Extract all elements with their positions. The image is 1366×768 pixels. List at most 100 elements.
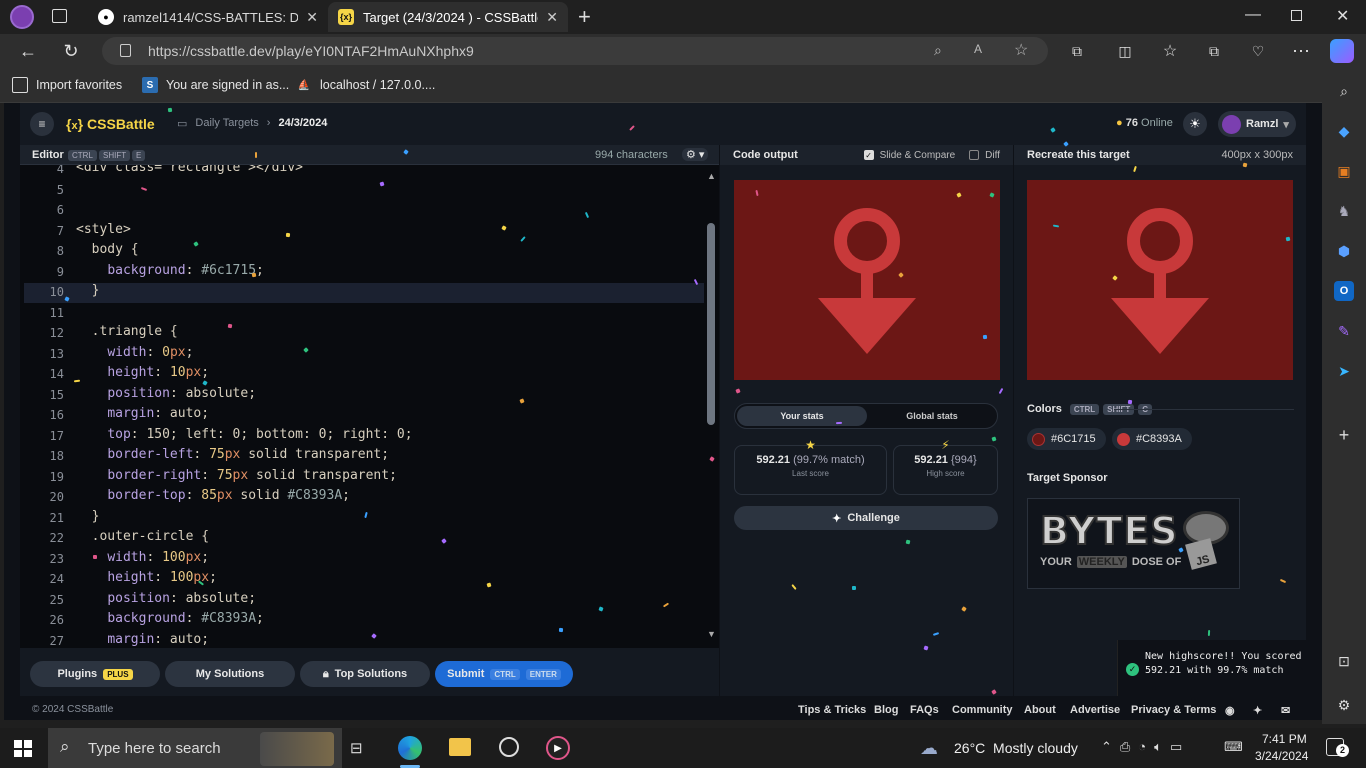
copilot-app-icon[interactable]: ⬢ bbox=[1334, 241, 1354, 261]
footer-link-tips[interactable]: Tips & Tricks bbox=[798, 704, 866, 716]
scroll-down-icon[interactable]: ▼ bbox=[707, 629, 716, 639]
code-line[interactable]: width: 100px; bbox=[76, 550, 209, 565]
windows-icon[interactable] bbox=[14, 740, 32, 757]
code-line[interactable]: <div class="rectangle"></div> bbox=[76, 165, 303, 175]
refresh-icon[interactable]: ↻ bbox=[58, 39, 84, 63]
code-line[interactable]: } bbox=[76, 509, 100, 524]
new-tab-button[interactable]: + bbox=[578, 4, 591, 30]
settings-icon[interactable]: ⚙ bbox=[1334, 695, 1354, 715]
add-icon[interactable]: + bbox=[1334, 425, 1354, 445]
games-icon[interactable]: ♞ bbox=[1334, 201, 1354, 221]
collections-icon[interactable]: ⧉ bbox=[1201, 39, 1227, 63]
toolbox-icon[interactable]: ▣ bbox=[1334, 161, 1354, 181]
code-line[interactable]: height: 10px; bbox=[76, 365, 209, 380]
output-canvas[interactable] bbox=[734, 180, 1000, 380]
outlook-icon[interactable]: O bbox=[1334, 281, 1354, 301]
diff-checkbox[interactable] bbox=[969, 150, 980, 160]
clock-date[interactable]: 3/24/2024 bbox=[1255, 749, 1308, 763]
footer-link-community[interactable]: Community bbox=[952, 704, 1013, 716]
close-tab-icon[interactable]: ✕ bbox=[306, 9, 318, 26]
scroll-thumb[interactable] bbox=[707, 223, 715, 425]
tab-github[interactable]: ● ramzel1414/CSS-BATTLES: Daily C ✕ bbox=[88, 2, 328, 32]
weather-icon[interactable]: ☁ bbox=[920, 738, 938, 759]
tab-your-stats[interactable]: Your stats bbox=[737, 406, 867, 426]
slide-compare-checkbox[interactable]: ✓ bbox=[863, 150, 874, 160]
tab-global-stats[interactable]: Global stats bbox=[867, 406, 997, 426]
copilot-icon[interactable] bbox=[1330, 39, 1354, 63]
fav-import[interactable]: Import favorites bbox=[12, 77, 122, 93]
more-icon[interactable]: ⋯ bbox=[1288, 39, 1314, 63]
chatgpt-icon[interactable] bbox=[499, 737, 519, 757]
zoom-icon[interactable]: ⌕ bbox=[934, 42, 942, 59]
minimize-button[interactable]: — bbox=[1245, 6, 1261, 24]
sponsor-banner[interactable]: BYTES YOUR WEEKLY DOSE OF JS bbox=[1027, 498, 1240, 589]
favorites-icon[interactable]: ☆ bbox=[1157, 39, 1183, 63]
plugins-button[interactable]: Plugins PLUS bbox=[30, 661, 160, 687]
footer-link-privacy[interactable]: Privacy & Terms bbox=[1131, 704, 1216, 716]
taskbar-search[interactable]: ⌕ Type here to search bbox=[48, 728, 342, 768]
clock-time[interactable]: 7:41 PM bbox=[1262, 732, 1307, 746]
theme-toggle-icon[interactable]: ☀ bbox=[1183, 112, 1207, 136]
highscore-toast[interactable]: ✓ New highscore!! You scored 592.21 with… bbox=[1117, 640, 1306, 699]
restore-button[interactable] bbox=[1291, 10, 1302, 21]
favorite-star-icon[interactable]: ☆ bbox=[1014, 40, 1028, 60]
code-line[interactable]: margin: auto; bbox=[76, 632, 209, 647]
code-line[interactable]: <style> bbox=[76, 222, 131, 237]
tab-actions-icon[interactable] bbox=[52, 9, 67, 23]
keyboard-icon[interactable]: ⌨ bbox=[1224, 739, 1243, 755]
close-window-button[interactable]: ✕ bbox=[1336, 6, 1349, 26]
designer-icon[interactable]: ✎ bbox=[1334, 321, 1354, 341]
code-line[interactable]: margin: auto; bbox=[76, 406, 209, 421]
code-line[interactable]: } bbox=[76, 283, 100, 298]
logo[interactable]: {x} CSSBattle bbox=[66, 116, 155, 132]
code-line[interactable]: .outer-circle { bbox=[76, 529, 209, 544]
code-line[interactable]: .triangle { bbox=[76, 324, 178, 339]
submit-button[interactable]: Submit CTRL ENTER bbox=[435, 661, 573, 687]
code-lines[interactable]: 4 <div class="rectangle"></div> 5 6 7 <style>… bbox=[20, 165, 704, 648]
file-explorer-icon[interactable] bbox=[449, 738, 471, 756]
extensions-icon[interactable]: ⧉ bbox=[1064, 39, 1090, 63]
color-chip-2[interactable]: #C8393A bbox=[1112, 428, 1192, 450]
code-line[interactable]: top: 150; left: 0; bottom: 0; right: 0; bbox=[76, 427, 412, 442]
search-icon[interactable]: ⌕ bbox=[1334, 81, 1354, 101]
task-view-icon[interactable]: ⊟ bbox=[350, 739, 363, 757]
scroll-up-icon[interactable]: ▲ bbox=[707, 171, 716, 181]
tray-icons[interactable]: ⌃⎙◔🔈︎▭ bbox=[1101, 739, 1190, 755]
tag-icon[interactable]: ◆ bbox=[1334, 121, 1354, 141]
code-line[interactable]: position: absolute; bbox=[76, 591, 256, 606]
footer-link-advertise[interactable]: Advertise bbox=[1070, 704, 1120, 716]
code-line[interactable]: width: 0px; bbox=[76, 345, 193, 360]
fav-signed-in[interactable]: S You are signed in as... bbox=[142, 77, 289, 93]
color-chip-1[interactable]: #6C1715 bbox=[1027, 428, 1106, 450]
footer-link-about[interactable]: About bbox=[1024, 704, 1056, 716]
close-tab-icon[interactable]: ✕ bbox=[546, 9, 558, 26]
code-line[interactable]: height: 100px; bbox=[76, 570, 217, 585]
user-menu[interactable]: Ramzl ▾ bbox=[1218, 111, 1296, 137]
code-line[interactable]: body { bbox=[76, 242, 139, 257]
media-player-icon[interactable]: ▶ bbox=[546, 736, 570, 760]
target-canvas[interactable] bbox=[1027, 180, 1293, 380]
breadcrumb-daily-targets[interactable]: Daily Targets bbox=[195, 117, 258, 130]
editor-settings-icon[interactable]: ⚙ ▾ bbox=[682, 148, 709, 161]
back-icon[interactable]: ← bbox=[15, 39, 41, 63]
code-line[interactable]: border-top: 85px solid #C8393A; bbox=[76, 488, 350, 503]
footer-link-faqs[interactable]: FAQs bbox=[910, 704, 939, 716]
profile-avatar[interactable] bbox=[10, 5, 34, 29]
send-icon[interactable]: ➤ bbox=[1334, 361, 1354, 381]
editor-scrollbar[interactable]: ▲ ▼ bbox=[704, 171, 719, 641]
fav-localhost[interactable]: ⛵ localhost / 127.0.0.... bbox=[296, 77, 436, 93]
split-screen-icon[interactable]: ◫ bbox=[1112, 39, 1138, 63]
read-aloud-icon[interactable]: A bbox=[974, 42, 982, 56]
discord-icon[interactable]: ◉ bbox=[1225, 704, 1235, 717]
top-solutions-button[interactable]: 🔒︎ Top Solutions bbox=[300, 661, 430, 687]
footer-link-blog[interactable]: Blog bbox=[874, 704, 898, 716]
weather-text[interactable]: 26°C Mostly cloudy bbox=[954, 740, 1078, 756]
tab-cssbattle[interactable]: {x} Target (24/3/2024 ) - CSSBattle ✕ bbox=[328, 2, 568, 32]
my-solutions-button[interactable]: My Solutions bbox=[165, 661, 295, 687]
menu-button[interactable]: ≡ bbox=[30, 112, 54, 136]
performance-icon[interactable]: ♡ bbox=[1245, 39, 1271, 63]
mail-icon[interactable]: ✉ bbox=[1281, 704, 1290, 717]
code-line[interactable]: border-right: 75px solid transparent; bbox=[76, 468, 397, 483]
edge-icon[interactable] bbox=[398, 736, 422, 760]
code-line[interactable]: position: absolute; bbox=[76, 386, 256, 401]
